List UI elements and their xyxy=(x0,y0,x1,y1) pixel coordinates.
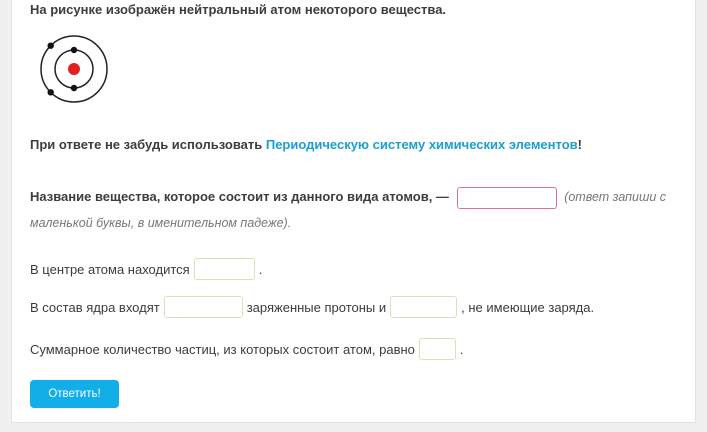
question-total: Суммарное количество частиц, из которых … xyxy=(30,338,464,360)
center-input[interactable] xyxy=(193,258,255,280)
q4-suffix: . xyxy=(459,341,464,357)
q3-middle: заряженные протоны и xyxy=(246,299,387,315)
atom-diagram xyxy=(40,35,108,103)
q3-suffix: , не имеющие заряда. xyxy=(461,299,595,315)
periodic-table-hint: При ответе не забудь использовать Период… xyxy=(30,137,582,152)
submit-button[interactable]: Ответить! xyxy=(30,380,119,408)
substance-input[interactable] xyxy=(456,186,557,209)
neutrons-input[interactable] xyxy=(390,296,458,318)
proton-charge-input[interactable] xyxy=(163,296,243,318)
total-input[interactable] xyxy=(418,338,456,360)
periodic-table-link[interactable]: Периодическую систему химических элемент… xyxy=(266,137,578,152)
q2-suffix: . xyxy=(258,261,263,277)
q4-text: Суммарное количество частиц, из которых … xyxy=(30,341,415,357)
question-center: В центре атома находится . xyxy=(30,258,262,280)
q1-text: Название вещества, которое состоит из да… xyxy=(30,189,449,204)
task-card: На рисунке изображён нейтральный атом не… xyxy=(11,0,696,423)
q2-text: В центре атома находится xyxy=(30,261,190,277)
electron xyxy=(70,46,78,54)
electron xyxy=(47,89,54,96)
nucleus xyxy=(68,63,80,75)
q3-text: В состав ядра входят xyxy=(30,299,160,315)
question-nucleus: В состав ядра входят заряженные протоны … xyxy=(30,296,594,318)
task-intro: На рисунке изображён нейтральный атом не… xyxy=(30,2,447,17)
hint-suffix: ! xyxy=(577,137,582,152)
hint-text: При ответе не забудь использовать xyxy=(30,137,266,152)
electron xyxy=(47,42,54,49)
electron xyxy=(70,84,78,92)
question-substance: Название вещества, которое состоит из да… xyxy=(30,184,685,236)
